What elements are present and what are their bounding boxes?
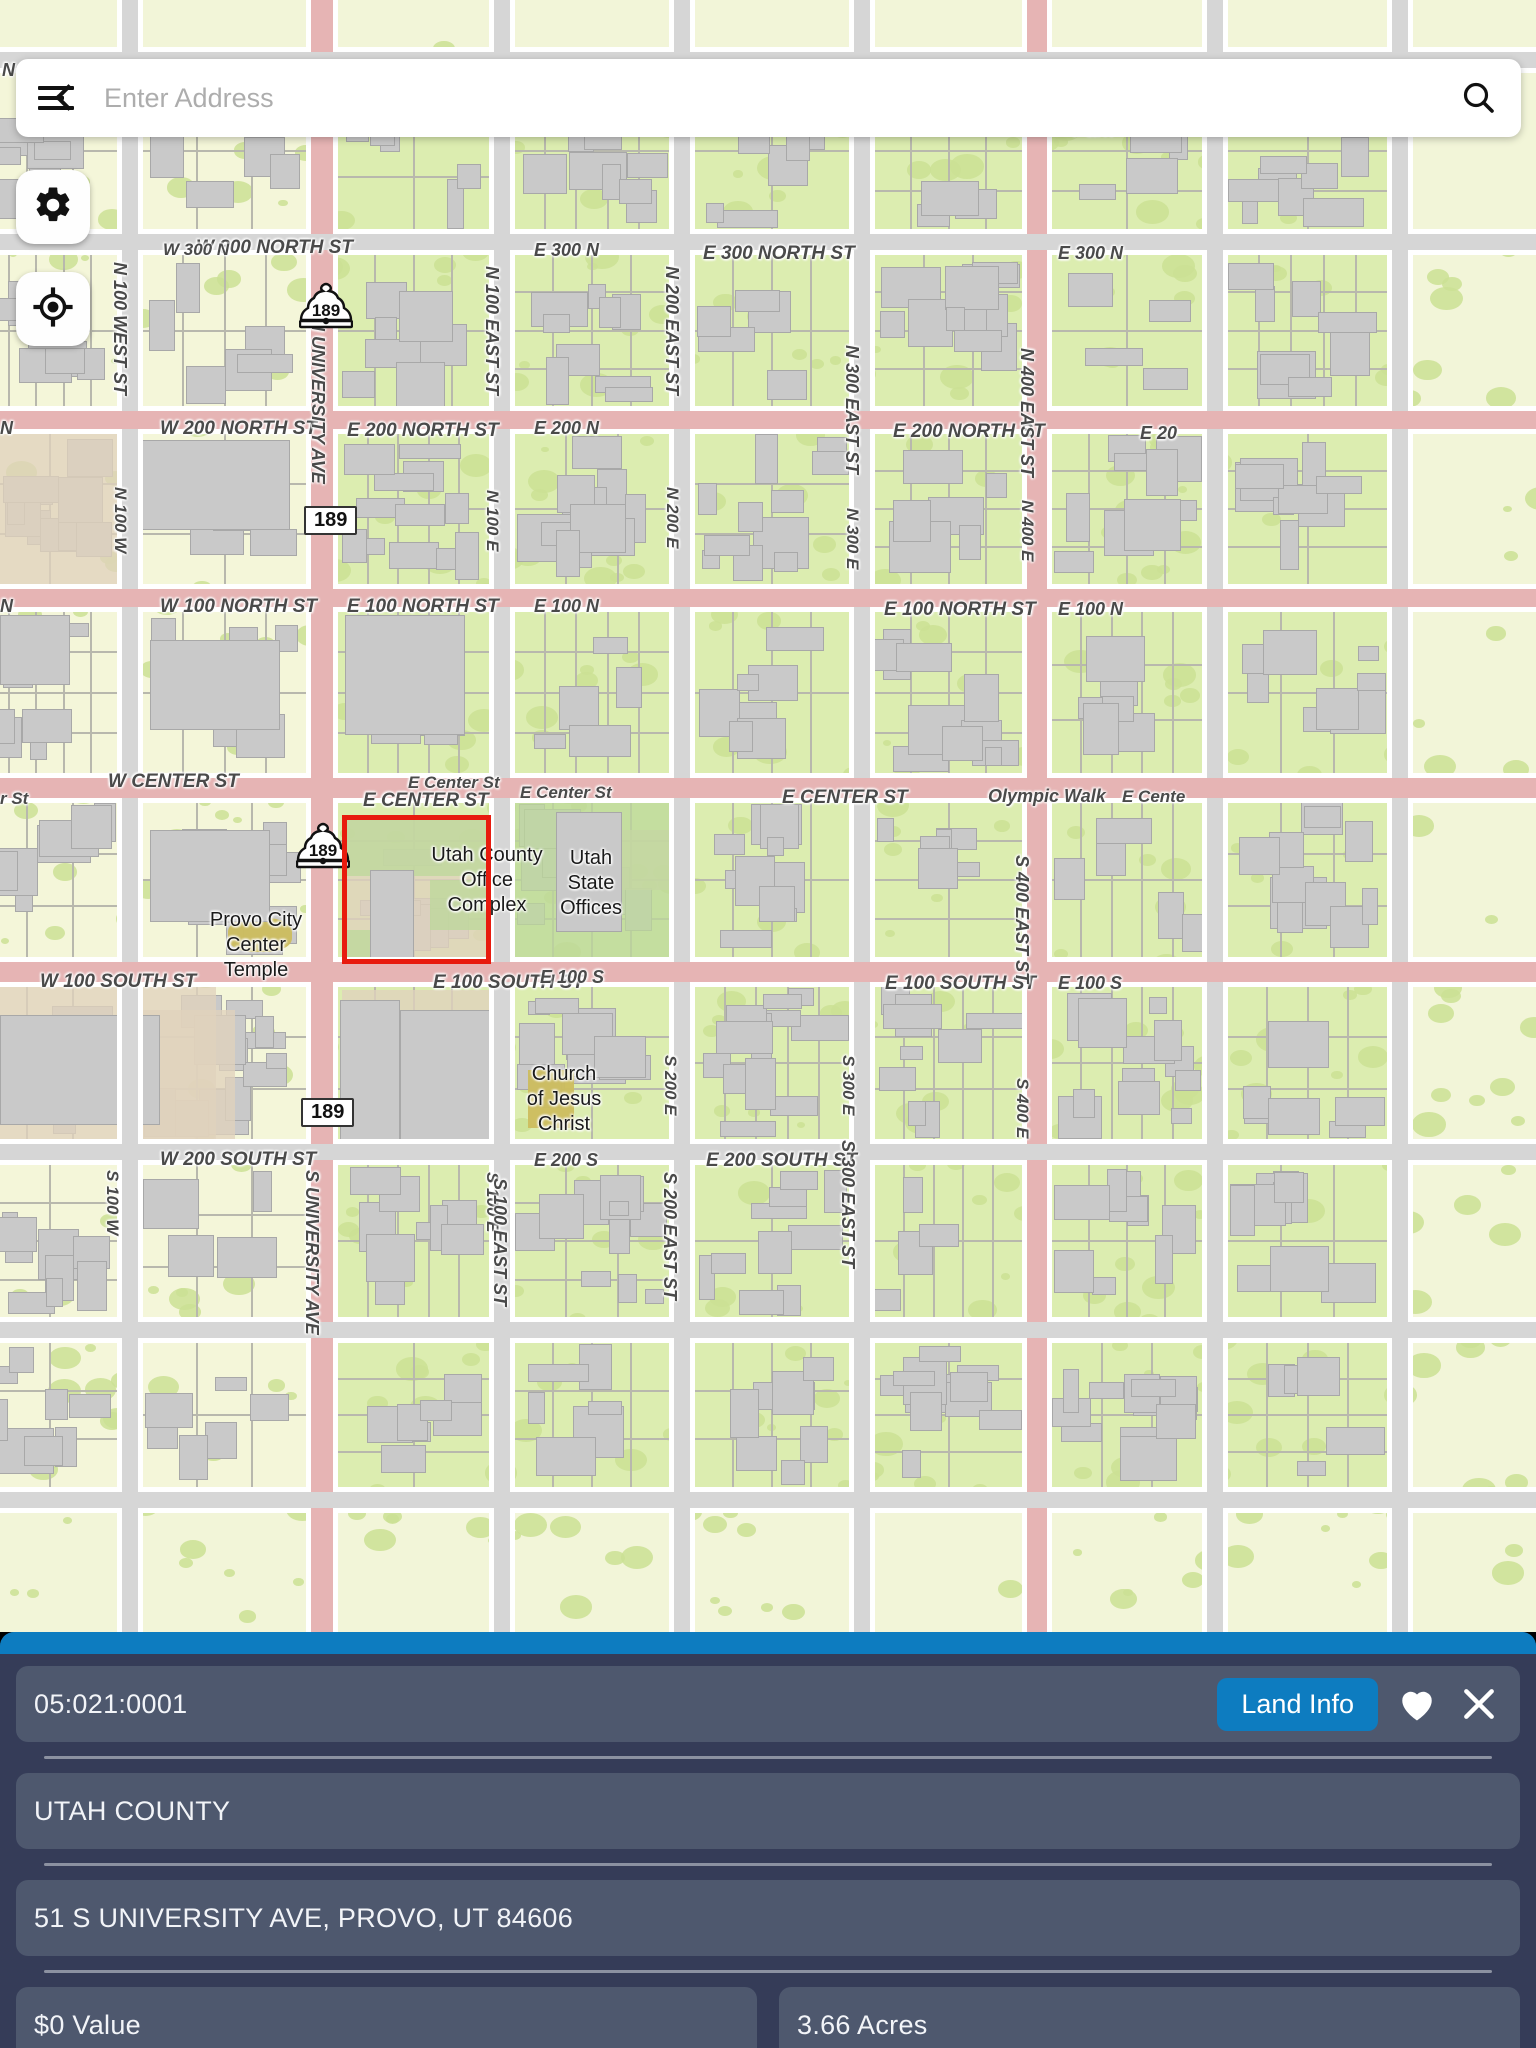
panel-divider-2: [44, 1863, 1492, 1866]
street-label: E 300 N: [1058, 243, 1124, 263]
street-label: E Cente: [1122, 787, 1186, 806]
acres-card: 3.66 Acres: [779, 1987, 1520, 2048]
street-label: S 300 EAST ST: [838, 1140, 858, 1269]
parcel-id-row: 05:021:0001 Land Info: [16, 1666, 1520, 1742]
street-label: E 100 S: [540, 967, 605, 987]
street-label: r St: [0, 789, 29, 808]
street-label: E 200 NORTH ST: [347, 420, 499, 441]
street-label: E CENTER ST: [782, 787, 908, 808]
street-label: S 200 EAST ST: [660, 1172, 680, 1301]
app-screen: W 300 NORTH ST W 300 NE 300 NE 300 NORTH …: [0, 0, 1536, 2048]
owner-row: UTAH COUNTY: [16, 1773, 1520, 1849]
street-label: E 100 NORTH ST: [884, 599, 1036, 620]
street-label: S 400 EAST ST: [1012, 855, 1032, 984]
street-label: E 20: [1140, 423, 1178, 443]
poi-provo-city-center-temple: Provo City Center Temple: [209, 909, 303, 981]
panel-divider-1: [44, 1756, 1492, 1759]
street-label: E Center St: [520, 783, 612, 802]
street-label: E 300 N: [534, 240, 600, 260]
street-label: E 300 NORTH ST: [703, 243, 855, 264]
street-label: N: [0, 418, 13, 438]
owner-value: UTAH COUNTY: [34, 1795, 231, 1826]
street-label: W 100 SOUTH ST: [40, 971, 197, 992]
poi-church-of-jesus-christ: Church of Jesus Christ: [526, 1063, 602, 1135]
my-location-icon: [32, 286, 74, 333]
acres-amount: 3.66 Acres: [797, 2009, 928, 2040]
street-label: N 400 EAST ST: [1017, 348, 1037, 478]
panel-accent-bar: [0, 1632, 1536, 1654]
street-label: N UNIVERSITY AVE: [308, 318, 328, 484]
address-value: 51 S UNIVERSITY AVE, PROVO, UT 84606: [34, 1902, 574, 1933]
poi-utah-state-offices: Utah State Offices: [560, 847, 622, 919]
street-label: E 200 S: [534, 1150, 599, 1170]
search-icon[interactable]: [1459, 78, 1499, 118]
gear-icon: [32, 184, 74, 231]
settings-button[interactable]: [16, 170, 90, 244]
street-label: E 200 SOUTH ST: [706, 1150, 857, 1171]
street-label: N: [2, 60, 15, 80]
street-label: N 100 W: [111, 487, 130, 554]
street-label: E 100 NORTH ST: [347, 596, 499, 617]
street-label: N 200 EAST ST: [662, 266, 682, 396]
parcel-row-actions: Land Info: [1217, 1677, 1502, 1731]
street-label: S 400 E: [1013, 1078, 1032, 1139]
search-input[interactable]: [102, 81, 1459, 115]
close-icon[interactable]: [1456, 1681, 1502, 1727]
route-marker-189-a: 189: [304, 506, 358, 535]
parcel-id-value: 05:021:0001: [34, 1688, 188, 1719]
street-label: E 100 S: [1058, 973, 1123, 993]
street-label: N 100 WEST ST: [110, 262, 130, 396]
street-label: W 300 N: [163, 240, 230, 259]
street-label: S 100 EAST ST: [490, 1178, 510, 1307]
street-label: S 200 E: [661, 1055, 680, 1116]
selected-parcel-outline[interactable]: [342, 815, 491, 964]
svg-text:189: 189: [312, 301, 340, 320]
street-label: N 200 E: [663, 487, 682, 549]
land-info-button[interactable]: Land Info: [1217, 1677, 1378, 1731]
value-card: $0 Value: [16, 1987, 757, 2048]
street-label: W 200 NORTH ST: [160, 418, 317, 439]
street-label: N: [0, 596, 13, 616]
street-label: S UNIVERSITY AVE: [302, 1170, 322, 1335]
street-label: E 100 N: [534, 596, 600, 616]
route-shield-189-beehive-north: 189: [299, 282, 353, 330]
street-label: E 200 N: [534, 418, 600, 438]
street-label: Olympic Walk: [988, 786, 1106, 806]
panel-body: 05:021:0001 Land Info UTAH COUNTY 51 S U…: [0, 1654, 1536, 2048]
parcel-info-panel: 05:021:0001 Land Info UTAH COUNTY 51 S U…: [0, 1632, 1536, 2048]
map-viewport[interactable]: W 300 NORTH ST W 300 NE 300 NE 300 NORTH …: [0, 0, 1536, 1632]
street-label: S 100 W: [103, 1170, 122, 1236]
search-bar[interactable]: [16, 59, 1521, 137]
street-label: N 100 EAST ST: [482, 266, 502, 396]
street-label: W 100 NORTH ST: [160, 596, 317, 617]
street-label: N 300 EAST ST: [842, 345, 862, 475]
route-marker-189-b: 189: [301, 1098, 355, 1127]
panel-divider-3: [44, 1970, 1492, 1973]
value-amount: $0 Value: [34, 2009, 141, 2040]
heart-icon[interactable]: [1394, 1681, 1440, 1727]
street-label: N 300 E: [843, 508, 862, 570]
street-label: W 200 SOUTH ST: [160, 1149, 317, 1170]
metrics-row: $0 Value 3.66 Acres: [16, 1987, 1520, 2048]
street-label: E 100 N: [1058, 599, 1124, 619]
menu-collapse-icon[interactable]: [38, 83, 82, 113]
my-location-button[interactable]: [16, 272, 90, 346]
svg-text:189: 189: [309, 841, 337, 860]
street-label: N 400 E: [1018, 500, 1037, 562]
street-label: W CENTER ST: [108, 771, 239, 792]
street-label: N 100 E: [483, 490, 502, 552]
street-label: S 300 E: [839, 1055, 858, 1116]
address-row: 51 S UNIVERSITY AVE, PROVO, UT 84606: [16, 1880, 1520, 1956]
street-label: E CENTER ST: [363, 790, 489, 811]
